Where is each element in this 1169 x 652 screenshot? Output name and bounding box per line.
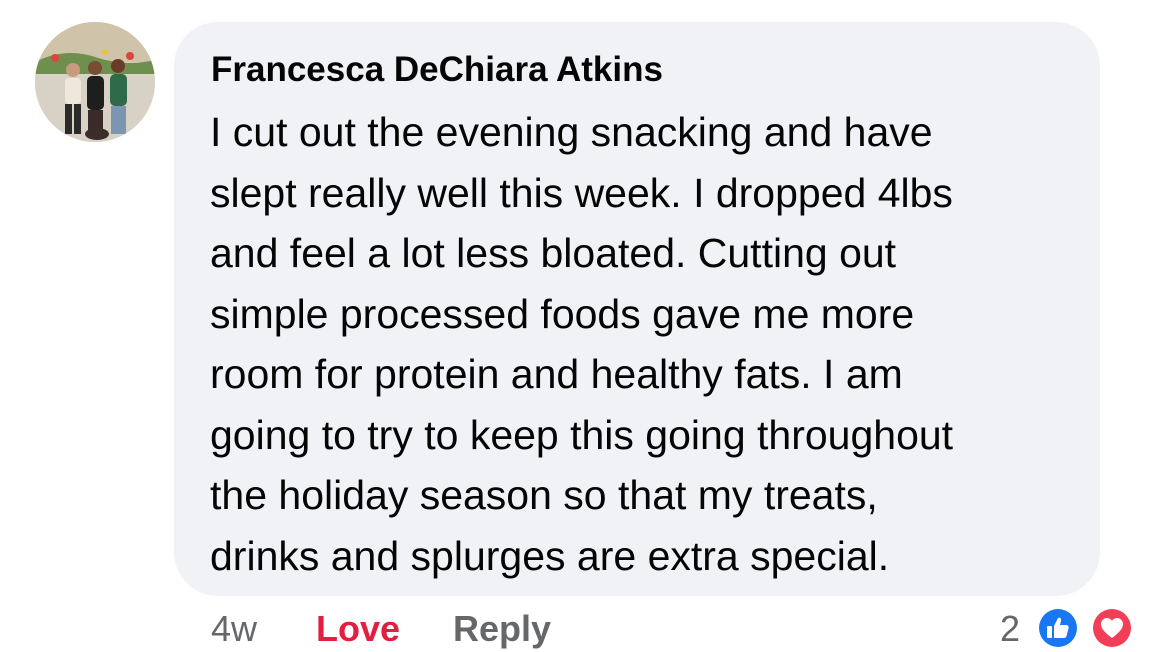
heart-icon[interactable] xyxy=(1090,606,1134,650)
comment-timestamp[interactable]: 4w xyxy=(211,606,257,652)
like-icon[interactable] xyxy=(1036,606,1080,650)
comment-text: I cut out the evening snacking and have … xyxy=(210,102,1090,586)
comment-text-line: I cut out the evening snacking and have xyxy=(210,109,933,155)
comment-text-line: the holiday season so that my treats, xyxy=(210,472,878,518)
comment-text-line: and feel a lot less bloated. Cutting out xyxy=(210,230,897,276)
comment-text-line: simple processed foods gave me more xyxy=(210,290,915,337)
avatar-photo xyxy=(35,22,155,142)
love-reaction-button[interactable]: Love xyxy=(316,606,400,652)
comment-text-line: slept really well this week. I dropped 4… xyxy=(210,169,953,216)
reply-button[interactable]: Reply xyxy=(453,606,551,652)
comment-container: Francesca DeChiara Atkins I cut out the … xyxy=(0,0,1169,652)
comment-text-line: room for protein and healthy fats. I am xyxy=(210,351,903,397)
comment-text-line: drinks and splurges are extra special. xyxy=(210,532,890,579)
reaction-count[interactable]: 2 xyxy=(1000,606,1020,652)
comment-text-line: going to try to keep this going througho… xyxy=(210,411,954,458)
comment-author[interactable]: Francesca DeChiara Atkins xyxy=(211,48,663,92)
avatar[interactable] xyxy=(35,22,155,142)
